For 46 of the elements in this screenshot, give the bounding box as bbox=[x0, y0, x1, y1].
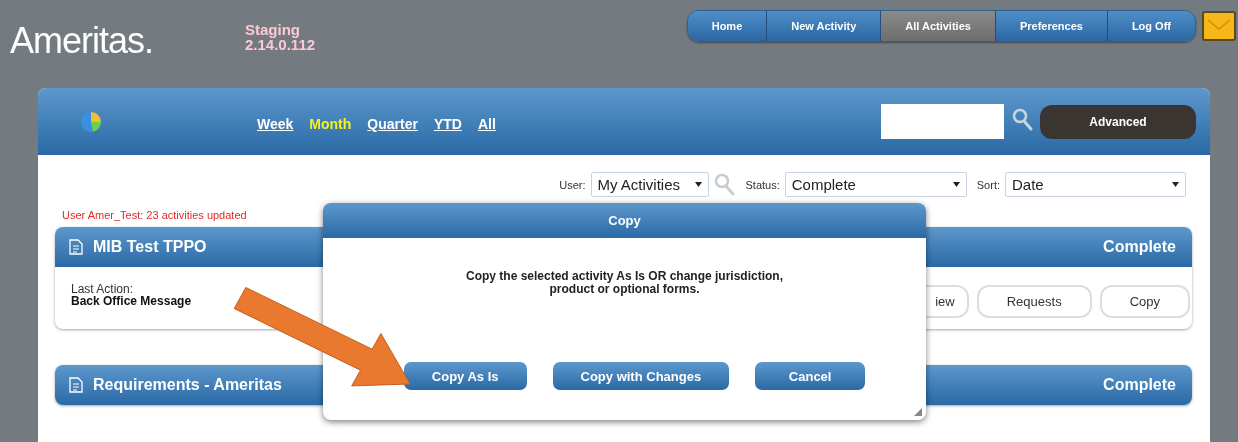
version-label: 2.14.0.112 bbox=[245, 37, 316, 52]
dialog-message: Copy the selected activity As Is OR change jurisdiction, product or optional forms. bbox=[465, 268, 784, 296]
search-field[interactable] bbox=[881, 104, 1004, 139]
document-icon bbox=[69, 377, 83, 393]
card-status: Complete bbox=[1103, 376, 1176, 394]
period-link[interactable]: All bbox=[477, 115, 496, 132]
advanced-button[interactable]: Advanced bbox=[1040, 104, 1196, 139]
nav-tab[interactable]: Home bbox=[687, 11, 768, 41]
mail-button[interactable] bbox=[1202, 11, 1236, 41]
filter-label: Status: bbox=[745, 178, 780, 191]
nav-tab[interactable]: New Activity bbox=[767, 11, 882, 41]
filter-select[interactable]: My Activities bbox=[590, 172, 709, 197]
resize-grip-icon[interactable] bbox=[914, 408, 922, 416]
pie-chart-icon bbox=[80, 110, 102, 133]
last-action-value: Back Office Message bbox=[71, 295, 192, 307]
card-status: Complete bbox=[1103, 238, 1176, 256]
period-link[interactable]: Quarter bbox=[367, 115, 418, 132]
envelope-icon bbox=[1207, 19, 1231, 33]
period-link[interactable]: YTD bbox=[433, 115, 462, 132]
filter-select[interactable]: Complete bbox=[784, 172, 967, 197]
search-icon[interactable] bbox=[1012, 107, 1034, 132]
card-action-button[interactable]: Requests bbox=[976, 285, 1092, 318]
status-message: User Amer_Test: 23 activities updated bbox=[61, 208, 248, 221]
dialog-button[interactable]: Copy As Is bbox=[403, 362, 527, 390]
environment-label: Staging bbox=[245, 22, 301, 37]
search-icon[interactable] bbox=[713, 172, 736, 197]
period-link[interactable]: Week bbox=[257, 115, 294, 132]
period-link[interactable]: Month bbox=[309, 115, 352, 132]
caret-icon bbox=[694, 182, 702, 187]
card-action-button[interactable]: Copy bbox=[1099, 285, 1190, 318]
dialog-button[interactable]: Copy with Changes bbox=[552, 362, 730, 390]
filter-select[interactable]: Date bbox=[1005, 172, 1186, 197]
card-title: MIB Test TPPO bbox=[93, 238, 207, 256]
nav-tab[interactable]: All Activities bbox=[881, 11, 996, 41]
filter-label: Sort: bbox=[976, 178, 1000, 191]
dialog-header: Copy bbox=[323, 203, 926, 238]
company-logo: Ameritas. bbox=[10, 20, 155, 62]
document-icon bbox=[69, 239, 83, 255]
dialog-button[interactable]: Cancel bbox=[755, 362, 866, 390]
caret-icon bbox=[1172, 182, 1179, 187]
caret-icon bbox=[952, 182, 960, 187]
nav-tab[interactable]: Log Off bbox=[1107, 11, 1195, 41]
card-title: Requirements - Ameritas bbox=[93, 376, 282, 394]
filter-label: User: bbox=[559, 178, 586, 191]
last-action-label: Last Action: bbox=[71, 283, 135, 295]
nav-tab[interactable]: Preferences bbox=[995, 11, 1108, 41]
